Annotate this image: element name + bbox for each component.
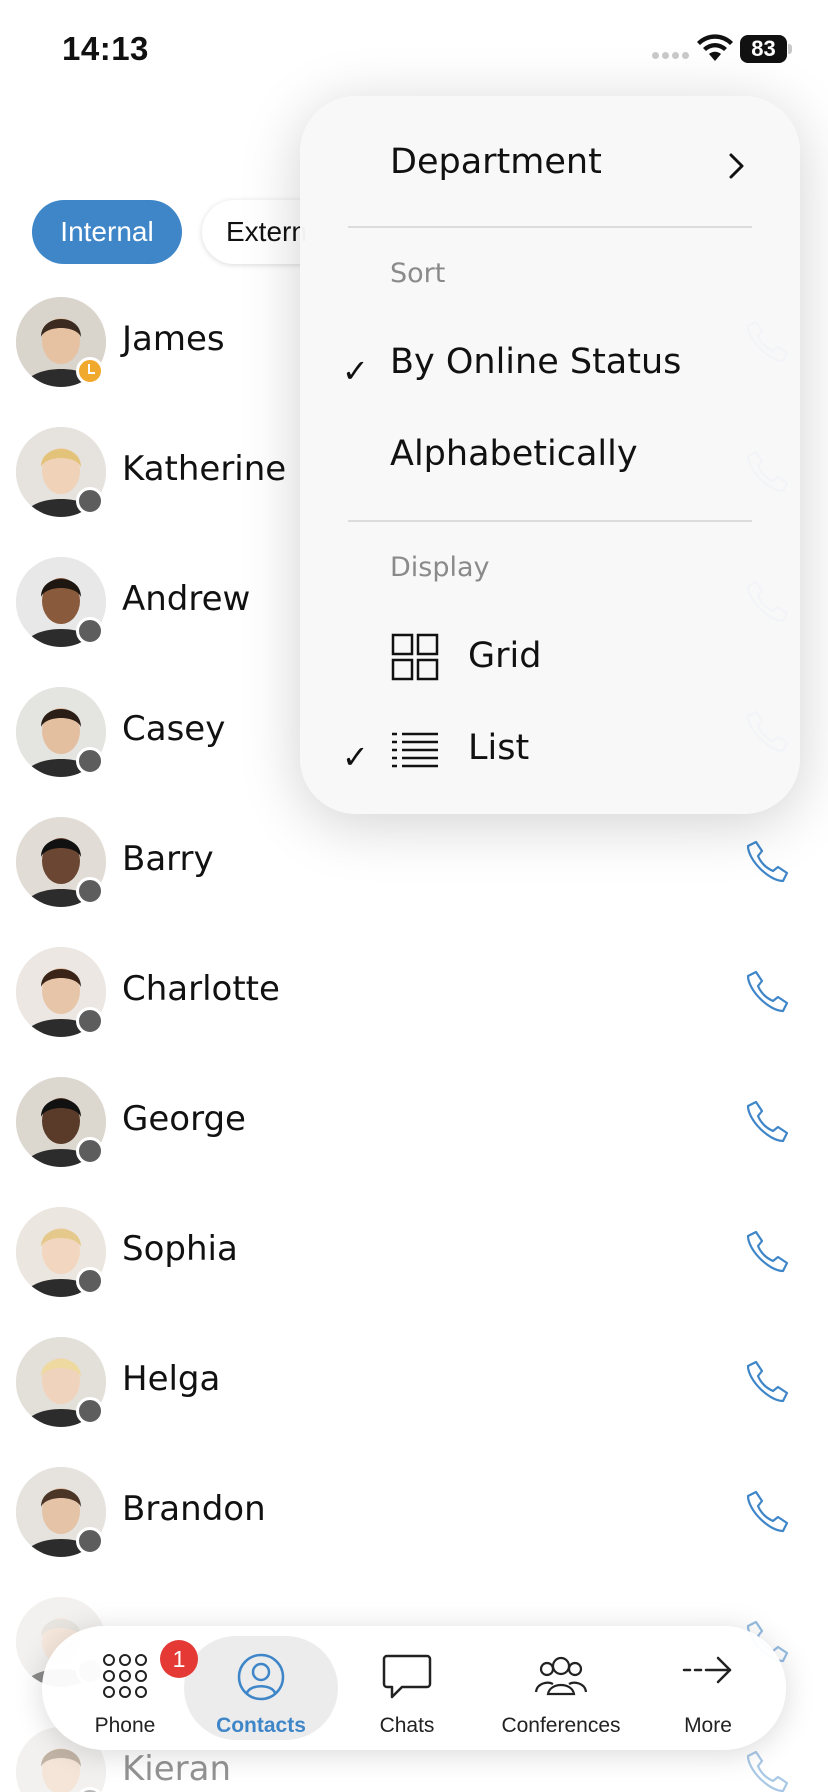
call-button[interactable] [744, 1749, 790, 1792]
presence-status-icon [76, 877, 104, 905]
conferences-icon [534, 1656, 588, 1696]
chat-bubble-icon [382, 1654, 432, 1699]
options-dropdown-menu: Department Sort ✓ By Online Status Alpha… [300, 96, 800, 814]
phone-icon [746, 1490, 789, 1533]
contact-name: Andrew [122, 579, 251, 619]
contact-row[interactable]: Helga [0, 1337, 828, 1447]
list-icon [392, 732, 438, 768]
presence-status-icon [76, 1007, 104, 1035]
arrow-right-icon [682, 1656, 732, 1684]
tab-chats[interactable]: Chats [342, 1626, 472, 1750]
display-option-label: List [468, 728, 530, 768]
sort-option-alphabetically[interactable]: Alphabetically [300, 434, 800, 494]
call-button[interactable] [744, 969, 790, 1015]
contact-row[interactable]: Brandon [0, 1467, 828, 1577]
contacts-icon [237, 1653, 285, 1701]
contact-row[interactable]: Sophia [0, 1207, 828, 1317]
sort-option-online-status[interactable]: ✓ By Online Status [300, 342, 800, 402]
checkmark-icon: ✓ [342, 738, 369, 776]
contact-row[interactable]: Barry [0, 817, 828, 927]
presence-status-icon [76, 1137, 104, 1165]
status-time: 14:13 [62, 30, 149, 67]
contact-name: George [122, 1099, 246, 1139]
bottom-tab-bar: 1 Phone Contacts Chats Conferences More [42, 1626, 786, 1750]
call-button[interactable] [744, 1229, 790, 1275]
contact-row[interactable]: Charlotte [0, 947, 828, 1057]
tab-chats-label: Chats [379, 1714, 435, 1737]
tab-contacts[interactable]: Contacts [184, 1626, 338, 1750]
tab-contacts-label: Contacts [216, 1714, 306, 1737]
battery-level: 83 [740, 35, 787, 63]
contact-row[interactable]: George [0, 1077, 828, 1187]
wifi-icon [697, 34, 733, 61]
phone-icon [746, 1360, 789, 1403]
tab-phone-label: Phone [94, 1714, 156, 1737]
presence-status-icon [76, 1527, 104, 1555]
filter-internal-chip[interactable]: Internal [32, 200, 182, 264]
status-bar: 14:13 83 [0, 0, 828, 100]
menu-divider [348, 520, 752, 522]
sort-option-label: By Online Status [390, 342, 682, 382]
presence-status-icon [76, 1397, 104, 1425]
tab-more[interactable]: More [646, 1626, 770, 1750]
tab-conferences-label: Conferences [501, 1714, 621, 1737]
display-option-list[interactable]: ✓ List [300, 728, 800, 788]
sort-option-label: Alphabetically [390, 434, 638, 474]
menu-divider [348, 226, 752, 228]
dialpad-icon [103, 1654, 147, 1698]
contact-name: Casey [122, 709, 226, 749]
presence-status-icon [76, 487, 104, 515]
chevron-right-icon [729, 153, 744, 179]
grid-icon [391, 633, 439, 681]
contact-name: Charlotte [122, 969, 280, 1009]
department-label: Department [390, 142, 602, 182]
display-option-label: Grid [468, 636, 542, 676]
phone-icon [746, 1750, 789, 1792]
contact-name: Kieran [122, 1749, 232, 1789]
cellular-signal-icon [652, 52, 689, 59]
phone-icon [746, 840, 789, 883]
checkmark-icon: ✓ [342, 352, 369, 390]
call-button[interactable] [744, 1489, 790, 1535]
contact-name: Brandon [122, 1489, 266, 1529]
display-section-label: Display [390, 552, 490, 583]
contact-name: Helga [122, 1359, 221, 1399]
display-option-grid[interactable]: Grid [300, 633, 800, 696]
tab-phone[interactable]: 1 Phone [62, 1626, 198, 1750]
contact-name: Sophia [122, 1229, 238, 1269]
call-button[interactable] [744, 1099, 790, 1145]
battery-icon: 83 [740, 35, 792, 63]
contact-name: Barry [122, 839, 214, 879]
presence-status-icon [76, 747, 104, 775]
phone-icon [746, 1230, 789, 1273]
contact-name: Katherine [122, 449, 287, 489]
phone-icon [746, 1100, 789, 1143]
call-button[interactable] [744, 839, 790, 885]
sort-section-label: Sort [390, 258, 446, 289]
phone-icon [746, 970, 789, 1013]
tab-conferences[interactable]: Conferences [476, 1626, 646, 1750]
menu-item-department[interactable]: Department [300, 142, 800, 212]
tab-more-label: More [684, 1714, 732, 1737]
presence-status-icon [76, 617, 104, 645]
contact-name: James [122, 319, 225, 359]
presence-status-icon [76, 1267, 104, 1295]
presence-status-icon [76, 357, 104, 385]
call-button[interactable] [744, 1359, 790, 1405]
